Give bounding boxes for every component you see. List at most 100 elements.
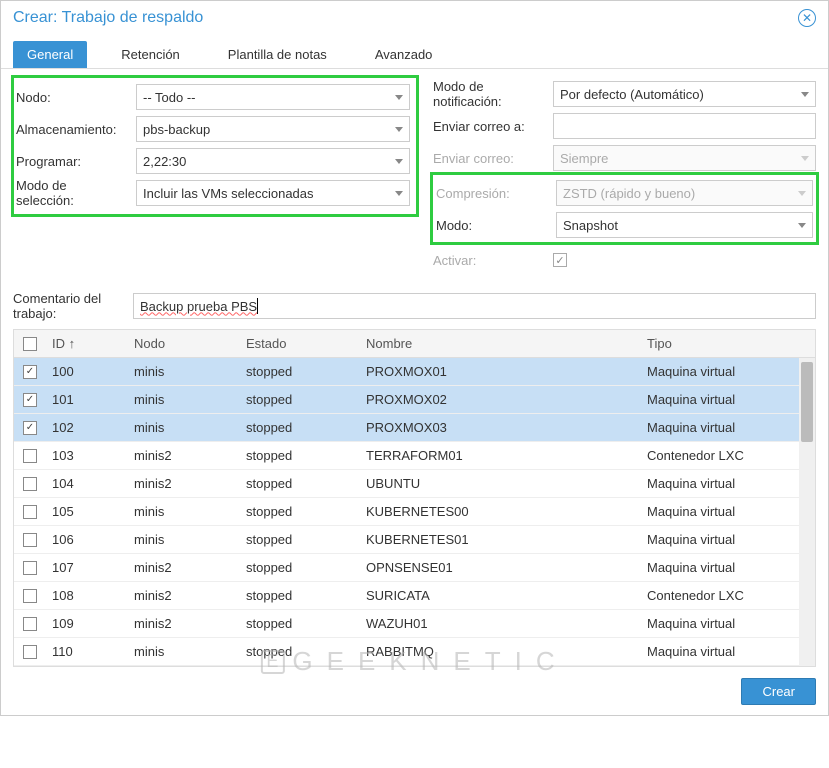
label-modo-seleccion-line1: Modo de xyxy=(16,178,67,193)
scroll-thumb[interactable] xyxy=(801,362,813,442)
label-modo-seleccion-line2: selección: xyxy=(16,193,74,208)
header-checkbox[interactable] xyxy=(14,337,46,351)
cell-id: 100 xyxy=(46,364,134,379)
table-body: 100minisstoppedPROXMOX01Maquina virtual1… xyxy=(14,358,815,666)
cell-tipo: Maquina virtual xyxy=(647,532,797,547)
header-nombre[interactable]: Nombre xyxy=(366,336,647,351)
cell-tipo: Maquina virtual xyxy=(647,644,797,659)
row-modo-backup: Modo: Snapshot xyxy=(436,210,813,240)
cell-estado: stopped xyxy=(246,420,366,435)
tab-retencion[interactable]: Retención xyxy=(107,41,194,68)
text-cursor xyxy=(257,298,258,314)
row-notificacion: Modo de notificación: Por defecto (Autom… xyxy=(433,79,816,109)
row-checkbox[interactable] xyxy=(14,393,46,407)
cell-tipo: Maquina virtual xyxy=(647,392,797,407)
header-estado[interactable]: Estado xyxy=(246,336,366,351)
header-nodo[interactable]: Nodo xyxy=(134,336,246,351)
table-row[interactable]: 105minisstoppedKUBERNETES00Maquina virtu… xyxy=(14,498,815,526)
right-highlight-box: Compresión: ZSTD (rápido y bueno) Modo: … xyxy=(430,172,819,245)
table-row[interactable]: 103minis2stoppedTERRAFORM01Contenedor LX… xyxy=(14,442,815,470)
cell-nodo: minis xyxy=(134,504,246,519)
label-activar: Activar: xyxy=(433,253,553,268)
tab-plantilla-label: Plantilla de notas xyxy=(228,47,327,62)
cell-nombre: KUBERNETES01 xyxy=(366,532,647,547)
label-modo-backup: Modo: xyxy=(436,218,556,233)
row-compresion: Compresión: ZSTD (rápido y bueno) xyxy=(436,178,813,208)
tab-general[interactable]: General xyxy=(13,41,87,68)
cell-estado: stopped xyxy=(246,532,366,547)
select-modo-notificacion[interactable]: Por defecto (Automático) xyxy=(553,81,816,107)
select-modo-notificacion-value: Por defecto (Automático) xyxy=(560,87,704,102)
right-column: Modo de notificación: Por defecto (Autom… xyxy=(413,79,816,277)
row-checkbox[interactable] xyxy=(14,477,46,491)
row-enviar-correo: Enviar correo: Siempre xyxy=(433,143,816,173)
scrollbar[interactable] xyxy=(799,358,815,666)
cell-nodo: minis2 xyxy=(134,560,246,575)
row-checkbox[interactable] xyxy=(14,365,46,379)
input-comentario[interactable]: Backup prueba PBS xyxy=(133,293,816,319)
cell-tipo: Maquina virtual xyxy=(647,504,797,519)
row-checkbox[interactable] xyxy=(14,561,46,575)
tab-bar: General Retención Plantilla de notas Ava… xyxy=(1,35,828,69)
cell-tipo: Contenedor LXC xyxy=(647,588,797,603)
row-checkbox[interactable] xyxy=(14,589,46,603)
form-area: Nodo: -- Todo -- Almacenamiento: pbs-bac… xyxy=(1,69,828,283)
header-tipo[interactable]: Tipo xyxy=(647,336,797,351)
select-almacenamiento[interactable]: pbs-backup xyxy=(136,116,410,142)
cell-estado: stopped xyxy=(246,616,366,631)
cell-id: 108 xyxy=(46,588,134,603)
cell-nodo: minis xyxy=(134,392,246,407)
table-row[interactable]: 108minis2stoppedSURICATAContenedor LXC xyxy=(14,582,815,610)
dialog-titlebar: Crear: Trabajo de respaldo ✕ xyxy=(1,1,828,35)
tab-avanzado[interactable]: Avanzado xyxy=(361,41,447,68)
table-row[interactable]: 104minis2stoppedUBUNTUMaquina virtual xyxy=(14,470,815,498)
cell-id: 102 xyxy=(46,420,134,435)
cell-id: 101 xyxy=(46,392,134,407)
select-almacenamiento-value: pbs-backup xyxy=(143,122,210,137)
row-checkbox[interactable] xyxy=(14,449,46,463)
cell-id: 109 xyxy=(46,616,134,631)
label-enviar-correo-a: Enviar correo a: xyxy=(433,119,553,134)
table-row[interactable]: 107minis2stoppedOPNSENSE01Maquina virtua… xyxy=(14,554,815,582)
tab-retencion-label: Retención xyxy=(121,47,180,62)
select-modo-seleccion-value: Incluir las VMs seleccionadas xyxy=(143,186,314,201)
table-row[interactable]: 102minisstoppedPROXMOX03Maquina virtual xyxy=(14,414,815,442)
select-compresion-value: ZSTD (rápido y bueno) xyxy=(563,186,695,201)
select-modo-backup[interactable]: Snapshot xyxy=(556,212,813,238)
table-row[interactable]: 100minisstoppedPROXMOX01Maquina virtual xyxy=(14,358,815,386)
row-checkbox[interactable] xyxy=(14,617,46,631)
select-modo-seleccion[interactable]: Incluir las VMs seleccionadas xyxy=(136,180,410,206)
row-checkbox[interactable] xyxy=(14,421,46,435)
chevron-down-icon xyxy=(798,191,806,196)
cell-nodo: minis2 xyxy=(134,448,246,463)
select-enviar-correo-value: Siempre xyxy=(560,151,608,166)
tab-plantilla[interactable]: Plantilla de notas xyxy=(214,41,341,68)
label-programar: Programar: xyxy=(16,154,136,169)
tab-avanzado-label: Avanzado xyxy=(375,47,433,62)
close-icon[interactable]: ✕ xyxy=(798,9,816,27)
select-programar[interactable]: 2,22:30 xyxy=(136,148,410,174)
row-checkbox[interactable] xyxy=(14,645,46,659)
cell-estado: stopped xyxy=(246,448,366,463)
create-backup-job-dialog: Crear: Trabajo de respaldo ✕ General Ret… xyxy=(0,0,829,716)
input-enviar-correo-a[interactable] xyxy=(553,113,816,139)
table-row[interactable]: 109minis2stoppedWAZUH01Maquina virtual xyxy=(14,610,815,638)
row-nodo: Nodo: -- Todo -- xyxy=(16,82,410,112)
input-comentario-value: Backup prueba PBS xyxy=(140,299,257,314)
checkbox-activar[interactable]: ✓ xyxy=(553,253,567,267)
table-row[interactable]: 101minisstoppedPROXMOX02Maquina virtual xyxy=(14,386,815,414)
row-comentario: Comentario del trabajo: Backup prueba PB… xyxy=(1,283,828,329)
cell-id: 104 xyxy=(46,476,134,491)
select-compresion: ZSTD (rápido y bueno) xyxy=(556,180,813,206)
cell-nodo: minis xyxy=(134,532,246,547)
table-row[interactable]: 110minisstoppedRABBITMQMaquina virtual xyxy=(14,638,815,666)
row-checkbox[interactable] xyxy=(14,505,46,519)
select-nodo[interactable]: -- Todo -- xyxy=(136,84,410,110)
table-row[interactable]: 106minisstoppedKUBERNETES01Maquina virtu… xyxy=(14,526,815,554)
row-email: Enviar correo a: xyxy=(433,111,816,141)
row-almacenamiento: Almacenamiento: pbs-backup xyxy=(16,114,410,144)
create-button[interactable]: Crear xyxy=(741,678,816,705)
chevron-down-icon xyxy=(798,223,806,228)
row-checkbox[interactable] xyxy=(14,533,46,547)
header-id[interactable]: ID ↑ xyxy=(46,336,134,351)
